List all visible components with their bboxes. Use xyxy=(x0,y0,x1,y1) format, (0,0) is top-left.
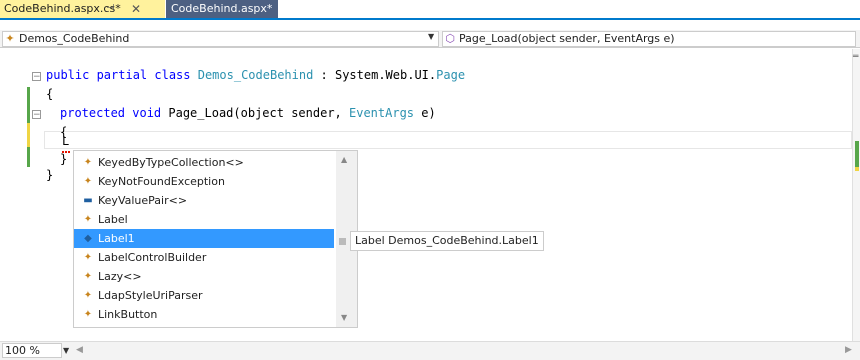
split-icon[interactable]: ═ xyxy=(853,52,858,62)
class-icon: ✦ xyxy=(5,32,15,45)
change-indicator xyxy=(27,147,30,167)
list-item-selected[interactable]: ◆ Label1 xyxy=(74,229,334,248)
code-line-7: } xyxy=(46,166,53,185)
current-line-highlight xyxy=(44,131,852,149)
keyword: protected void xyxy=(60,106,169,120)
tooltip-indicator xyxy=(339,238,346,245)
scroll-left-icon[interactable]: ◀ xyxy=(76,345,83,355)
type-name: Page xyxy=(436,68,466,82)
struct-icon: ▬ xyxy=(83,195,93,206)
item-label: Label1 xyxy=(98,232,135,245)
list-item[interactable]: ▬ KeyValuePair<> xyxy=(74,191,334,210)
code-line-1: public partial class Demos_CodeBehind : … xyxy=(46,66,465,85)
code-line-2: { xyxy=(46,85,53,104)
type-dropdown[interactable]: ✦ Demos_CodeBehind xyxy=(2,31,439,47)
list-item[interactable]: ✦ LdapStyleUriParser xyxy=(74,286,334,305)
code-line-6: } xyxy=(60,150,67,169)
change-indicator xyxy=(27,87,30,123)
member-dropdown-value: Page_Load(object sender, EventArgs e) xyxy=(459,32,675,45)
item-label: LinkButton xyxy=(98,308,158,321)
chevron-down-icon[interactable]: ▼ xyxy=(428,32,434,41)
method-icon: ⬡ xyxy=(445,32,455,45)
class-icon: ✦ xyxy=(83,176,93,187)
scroll-up-icon[interactable]: ▲ xyxy=(341,155,347,164)
class-icon: ✦ xyxy=(83,252,93,263)
item-label: Lazy<> xyxy=(98,270,142,283)
list-item[interactable]: ✦ Lazy<> xyxy=(74,267,334,286)
quickinfo-tooltip: Label Demos_CodeBehind.Label1 xyxy=(350,231,544,251)
scroll-down-icon[interactable]: ▼ xyxy=(341,313,347,322)
item-label: Label xyxy=(98,213,128,226)
member-dropdown[interactable]: ⬡ Page_Load(object sender, EventArgs e) xyxy=(442,31,856,47)
tab-label: CodeBehind.aspx.cs* xyxy=(4,2,121,15)
item-label: KeyValuePair<> xyxy=(98,194,188,207)
change-marker xyxy=(855,141,859,167)
list-item[interactable]: ✦ Label xyxy=(74,210,334,229)
class-icon: ✦ xyxy=(83,157,93,168)
item-label: KeyedByTypeCollection<> xyxy=(98,156,244,169)
class-icon: ✦ xyxy=(83,290,93,301)
scroll-right-icon[interactable]: ▶ xyxy=(845,345,852,355)
type-dropdown-value: Demos_CodeBehind xyxy=(19,32,130,45)
zoom-dropdown[interactable]: 100 % xyxy=(2,343,62,358)
list-item[interactable]: ✦ LinkButton xyxy=(74,305,334,324)
item-label: KeyNotFoundException xyxy=(98,175,225,188)
type-name: Demos_CodeBehind xyxy=(197,68,314,82)
pin-icon[interactable]: ⊣ xyxy=(106,0,115,18)
list-item[interactable]: ✦ KeyNotFoundException xyxy=(74,172,334,191)
collapse-icon[interactable]: − xyxy=(32,72,41,82)
document-tab-bar: CodeBehind.aspx.cs* ⊣ ✕ CodeBehind.aspx* xyxy=(0,0,860,20)
editor-bottom-bar: 100 % ▼ ◀ ▶ xyxy=(0,341,860,360)
tab-codebehind-cs[interactable]: CodeBehind.aspx.cs* ⊣ ✕ xyxy=(0,0,165,18)
code-line-3: protected void Page_Load(object sender, … xyxy=(60,104,436,123)
typed-text: L xyxy=(62,134,70,148)
brace: { xyxy=(46,87,54,101)
close-icon[interactable]: ✕ xyxy=(131,0,141,18)
list-item[interactable]: ✦ LabelControlBuilder xyxy=(74,248,334,267)
chevron-down-icon[interactable]: ▼ xyxy=(63,346,69,355)
code-text: : System.Web.UI. xyxy=(313,68,437,82)
class-icon: ✦ xyxy=(83,309,93,320)
method-signature: Page_Load(object sender, xyxy=(168,106,349,120)
item-label: LabelControlBuilder xyxy=(98,251,207,264)
intellisense-list[interactable]: ✦ KeyedByTypeCollection<> ✦ KeyNotFoundExc… xyxy=(73,150,358,328)
change-indicator xyxy=(27,123,30,147)
keyword: public partial class xyxy=(46,68,198,82)
code-text: e) xyxy=(414,106,436,120)
class-icon: ✦ xyxy=(83,271,93,282)
tab-codebehind-aspx[interactable]: CodeBehind.aspx* xyxy=(166,0,278,18)
caret-marker xyxy=(855,167,859,171)
brace: } xyxy=(46,168,54,182)
field-icon: ◆ xyxy=(84,233,92,244)
type-name: EventArgs xyxy=(349,106,415,120)
item-label: LdapStyleUriParser xyxy=(98,289,203,302)
list-item[interactable]: ✦ KeyedByTypeCollection<> xyxy=(74,153,334,172)
brace: } xyxy=(60,152,68,166)
vertical-scrollbar[interactable] xyxy=(852,49,860,341)
class-icon: ✦ xyxy=(83,214,93,225)
tab-label: CodeBehind.aspx* xyxy=(171,2,273,15)
collapse-icon[interactable]: − xyxy=(32,110,41,120)
